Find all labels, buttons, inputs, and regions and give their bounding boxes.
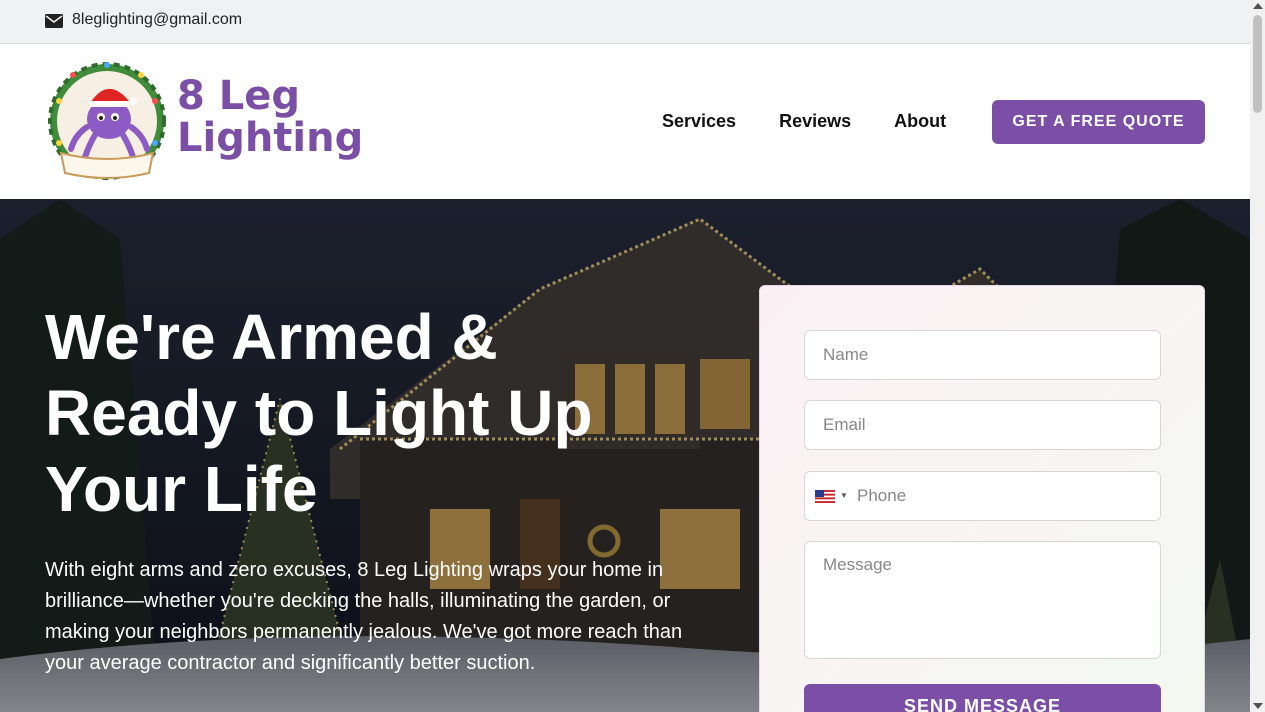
nav-reviews[interactable]: Reviews bbox=[779, 111, 851, 132]
page: 8leglighting@gmail.com 8 Leg Lighting Se… bbox=[0, 0, 1250, 712]
logo-line-2: Lighting bbox=[177, 115, 364, 161]
logo-wordmark: 8 Leg Lighting bbox=[177, 75, 363, 159]
nav-about[interactable]: About bbox=[894, 111, 946, 132]
us-flag-icon[interactable] bbox=[815, 490, 835, 503]
email-field[interactable]: Email bbox=[804, 400, 1161, 450]
top-bar: 8leglighting@gmail.com bbox=[0, 0, 1250, 44]
hero-title: We're Armed & Ready to Light Up Your Lif… bbox=[45, 301, 593, 525]
send-message-button[interactable]: SEND MESSAGE bbox=[804, 684, 1161, 712]
country-dropdown-caret-icon[interactable]: ▼ bbox=[840, 490, 848, 502]
get-free-quote-button[interactable]: GET A FREE QUOTE bbox=[992, 100, 1205, 144]
name-field[interactable]: Name bbox=[804, 330, 1161, 380]
scrollbar-thumb[interactable] bbox=[1253, 15, 1262, 113]
phone-placeholder: Phone bbox=[857, 486, 907, 505]
nav-services[interactable]: Services bbox=[662, 111, 736, 132]
page-scrollbar[interactable] bbox=[1250, 0, 1265, 712]
octopus-wreath-logo-icon bbox=[48, 62, 166, 180]
hero-section: We're Armed & Ready to Light Up Your Lif… bbox=[0, 199, 1250, 712]
message-textarea[interactable]: Message bbox=[804, 541, 1161, 659]
mail-icon bbox=[45, 14, 63, 28]
logo-line-1: 8 Leg bbox=[177, 73, 301, 119]
hero-description: With eight arms and zero excuses, 8 Leg … bbox=[45, 559, 683, 674]
quote-form: Name Email ▼ Phone Message SEND MESSAGE bbox=[759, 285, 1205, 712]
logo[interactable]: 8 Leg Lighting bbox=[45, 61, 365, 183]
site-header: 8 Leg Lighting Services Reviews About GE… bbox=[0, 45, 1250, 199]
contact-email-link[interactable]: 8leglighting@gmail.com bbox=[72, 11, 242, 29]
main-nav: Services Reviews About bbox=[662, 111, 946, 132]
phone-field[interactable]: ▼ Phone bbox=[804, 471, 1161, 521]
scroll-down-arrow-icon[interactable] bbox=[1253, 703, 1263, 709]
scroll-up-arrow-icon[interactable] bbox=[1253, 3, 1263, 9]
